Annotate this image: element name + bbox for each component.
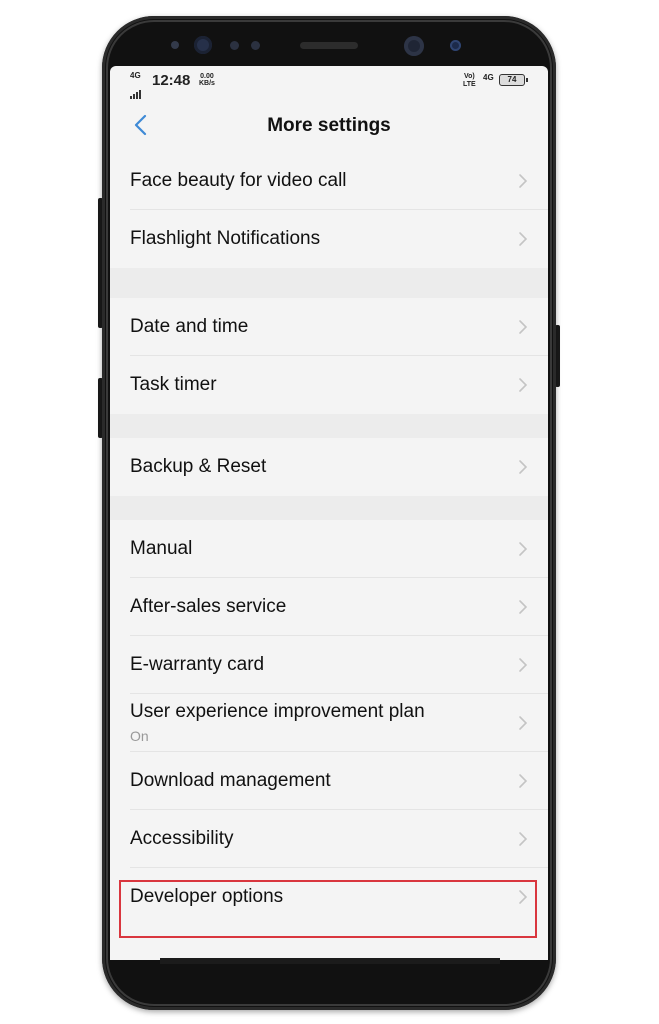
setting-item-e-warranty-card[interactable]: E-warranty card bbox=[110, 636, 548, 694]
setting-item-user-experience-improvement-plan[interactable]: User experience improvement plan On bbox=[110, 694, 548, 752]
volte-bottom: LTE bbox=[463, 81, 476, 88]
sensor-dot bbox=[251, 41, 260, 50]
group-separator bbox=[110, 414, 548, 438]
chevron-right-icon bbox=[519, 774, 528, 788]
chevron-right-icon bbox=[519, 174, 528, 188]
setting-label: Manual bbox=[130, 538, 193, 559]
iris-sensor bbox=[194, 36, 212, 54]
volte-icon: Vo) LTE bbox=[463, 73, 476, 89]
sensor-dot bbox=[171, 41, 179, 49]
setting-item-flashlight-notifications[interactable]: Flashlight Notifications bbox=[110, 210, 548, 268]
setting-label: Download management bbox=[130, 770, 331, 791]
setting-label: After-sales service bbox=[130, 596, 287, 617]
setting-item-developer-options[interactable]: Developer options bbox=[110, 868, 548, 926]
network-type-right: 4G bbox=[483, 73, 494, 82]
setting-item-manual[interactable]: Manual bbox=[110, 520, 548, 578]
setting-item-face-beauty-for-video-call[interactable]: Face beauty for video call bbox=[110, 152, 548, 210]
setting-label: E-warranty card bbox=[130, 654, 265, 675]
screen: 4G 12:48 0.00 KB/s Vo) LTE 4G 74 More se… bbox=[110, 66, 548, 960]
setting-label: Developer options bbox=[130, 886, 284, 907]
chevron-right-icon bbox=[519, 890, 528, 904]
net-speed: 0.00 KB/s bbox=[199, 73, 215, 87]
group-separator bbox=[110, 268, 548, 298]
front-camera bbox=[404, 36, 424, 56]
setting-label: Date and time bbox=[130, 316, 249, 337]
title-bar: More settings bbox=[110, 94, 548, 154]
proximity-sensor bbox=[450, 40, 461, 51]
page-title: More settings bbox=[267, 115, 391, 136]
chevron-right-icon bbox=[519, 658, 528, 672]
setting-label: Accessibility bbox=[130, 828, 234, 849]
setting-item-download-management[interactable]: Download management bbox=[110, 752, 548, 810]
chevron-right-icon bbox=[519, 378, 528, 392]
chevron-right-icon bbox=[519, 232, 528, 246]
battery-icon: 74 bbox=[499, 74, 528, 86]
setting-label: Face beauty for video call bbox=[130, 170, 347, 191]
bottom-bezel bbox=[160, 958, 500, 964]
status-bar: 4G 12:48 0.00 KB/s Vo) LTE 4G 74 bbox=[110, 66, 548, 99]
setting-item-task-timer[interactable]: Task timer bbox=[110, 356, 548, 414]
chevron-right-icon bbox=[519, 600, 528, 614]
setting-label: User experience improvement plan bbox=[130, 701, 425, 722]
setting-item-after-sales-service[interactable]: After-sales service bbox=[110, 578, 548, 636]
setting-item-accessibility[interactable]: Accessibility bbox=[110, 810, 548, 868]
setting-item-backup-reset[interactable]: Backup & Reset bbox=[110, 438, 548, 496]
setting-label: Flashlight Notifications bbox=[130, 228, 321, 249]
chevron-right-icon bbox=[519, 460, 528, 474]
settings-list: Face beauty for video call Flashlight Not… bbox=[110, 152, 548, 926]
setting-label: Task timer bbox=[130, 374, 217, 395]
setting-label: Backup & Reset bbox=[130, 456, 267, 477]
chevron-right-icon bbox=[519, 832, 528, 846]
net-speed-unit: KB/s bbox=[199, 80, 215, 87]
setting-item-date-and-time[interactable]: Date and time bbox=[110, 298, 548, 356]
earpiece-speaker bbox=[300, 42, 358, 49]
setting-status: On bbox=[130, 728, 149, 744]
chevron-right-icon bbox=[519, 716, 528, 730]
chevron-right-icon bbox=[519, 542, 528, 556]
network-type-left: 4G bbox=[130, 71, 141, 80]
net-speed-value: 0.00 bbox=[200, 73, 214, 80]
sensor-dot bbox=[230, 41, 239, 50]
chevron-right-icon bbox=[519, 320, 528, 334]
group-separator bbox=[110, 496, 548, 520]
volte-top: Vo) bbox=[463, 73, 475, 80]
clock: 12:48 bbox=[152, 72, 191, 89]
